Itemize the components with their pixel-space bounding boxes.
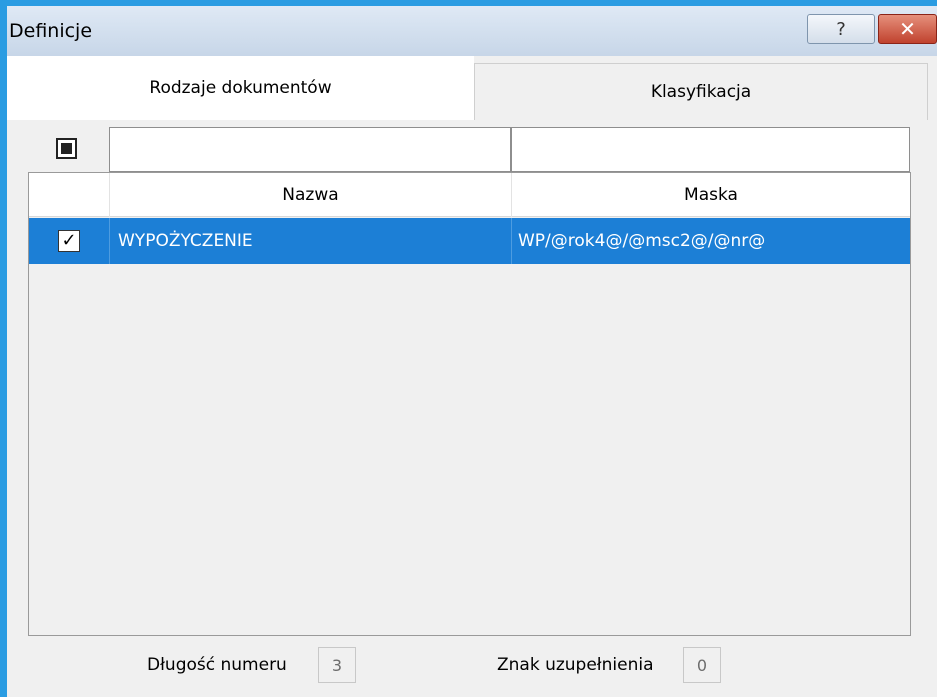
tab-rodzaje-dokumentow[interactable]: Rodzaje dokumentów: [7, 56, 474, 120]
tab-label: Rodzaje dokumentów: [149, 78, 332, 98]
fill-char-label: Znak uzupełnienia: [497, 655, 654, 675]
number-length-field: 3: [318, 647, 356, 683]
column-header-nazwa[interactable]: Nazwa: [110, 173, 512, 217]
mask-filter-input[interactable]: [511, 127, 910, 172]
title-bar[interactable]: Definicje ? ✕: [7, 6, 937, 56]
column-header-check[interactable]: [29, 173, 110, 217]
row-check-glyph: ✓: [61, 230, 77, 251]
checkmark-icon[interactable]: ✓: [58, 230, 80, 252]
name-filter-input[interactable]: [109, 127, 511, 172]
document-types-grid: Nazwa Maska ✓ WYPOŻYCZENIE WP/@rok4@/@ms…: [28, 172, 911, 636]
tab-klasyfikacja[interactable]: Klasyfikacja: [474, 63, 928, 120]
row-check-cell[interactable]: ✓: [29, 218, 110, 264]
select-all-indicator: [61, 143, 72, 154]
row-mask-cell[interactable]: WP/@rok4@/@msc2@/@nr@: [512, 218, 910, 264]
column-header-maska[interactable]: Maska: [512, 173, 910, 217]
table-row[interactable]: ✓ WYPOŻYCZENIE WP/@rok4@/@msc2@/@nr@: [29, 218, 910, 264]
help-button[interactable]: ?: [807, 14, 875, 44]
help-icon: ?: [836, 18, 846, 40]
tab-label: Klasyfikacja: [650, 82, 752, 102]
close-button[interactable]: ✕: [878, 14, 937, 44]
select-all-checkbox-icon[interactable]: [56, 138, 77, 159]
fill-char-field: 0: [683, 647, 721, 683]
close-icon: ✕: [899, 17, 916, 41]
definicje-window: Definicje ? ✕ Rodzaje dokumentów Klasyfi…: [0, 0, 937, 697]
window-title: Definicje: [9, 20, 93, 42]
number-length-label: Długość numeru: [147, 655, 287, 675]
grid-header: Nazwa Maska: [29, 173, 910, 217]
row-name-cell[interactable]: WYPOŻYCZENIE: [110, 218, 512, 264]
